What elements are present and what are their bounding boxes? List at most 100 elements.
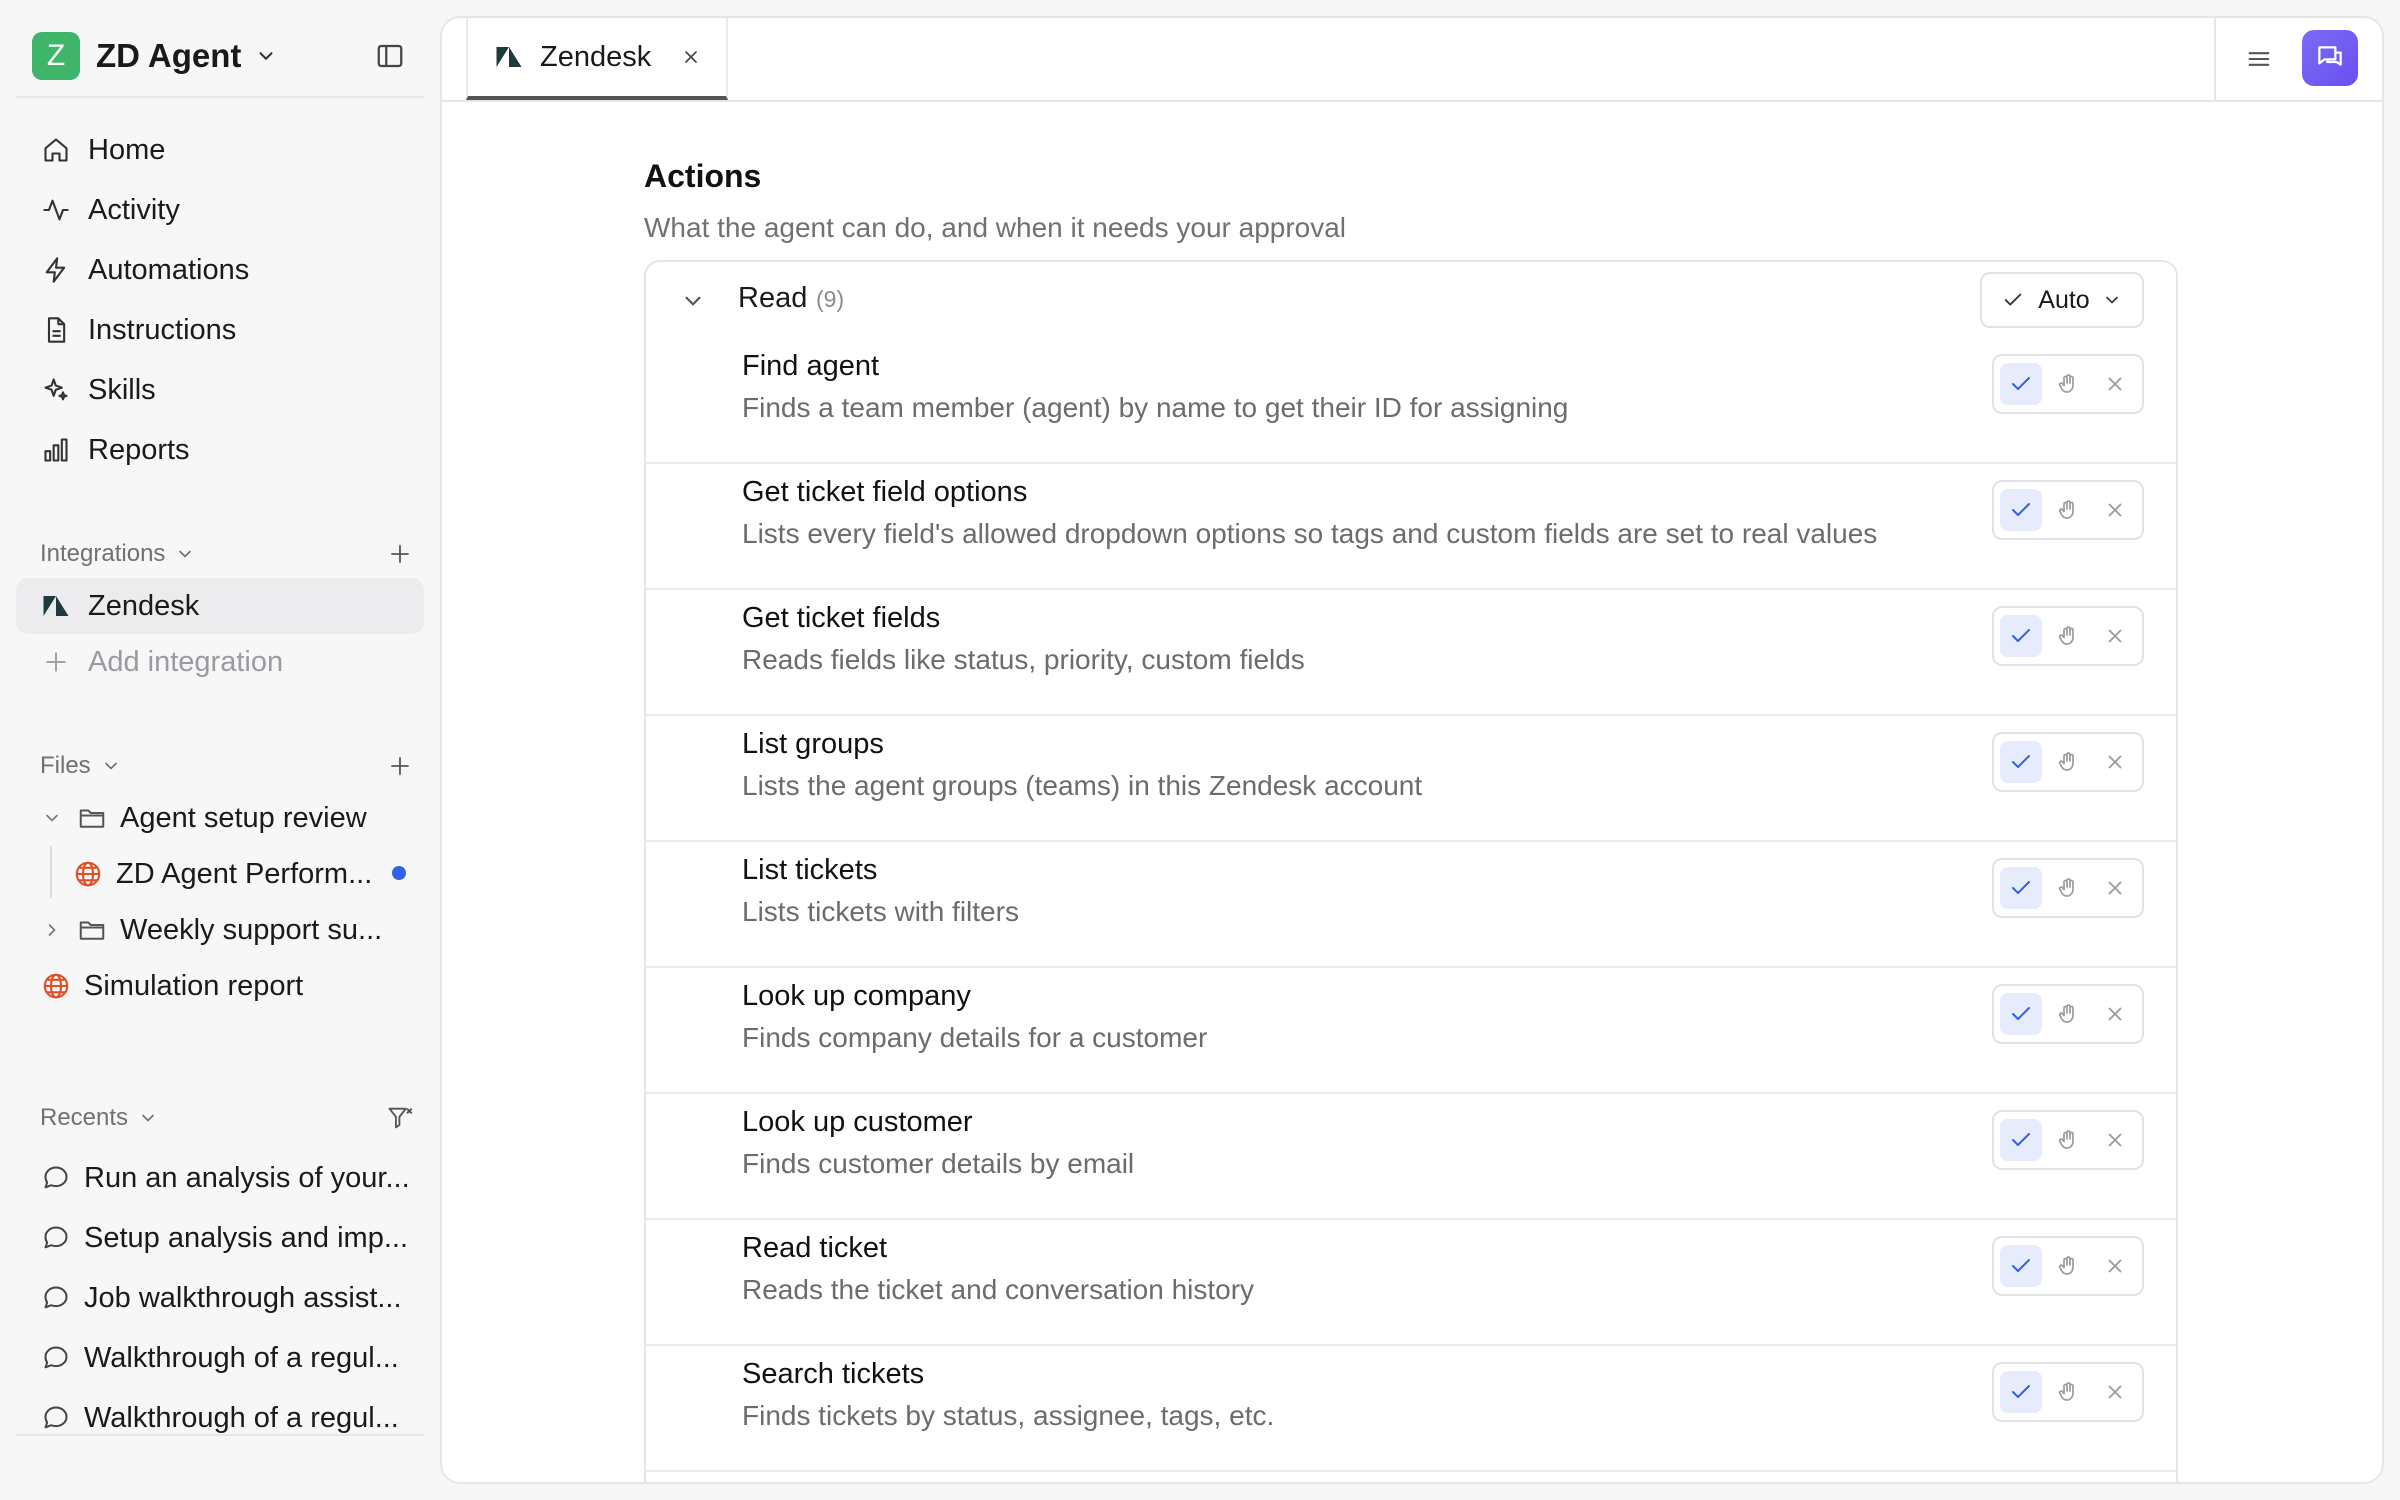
chat-icon — [2314, 42, 2346, 74]
deny-button[interactable] — [2094, 489, 2136, 531]
deny-button[interactable] — [2094, 993, 2136, 1035]
deny-button[interactable] — [2094, 741, 2136, 783]
sidebar-divider — [16, 96, 424, 98]
integrations-title: Integrations — [40, 540, 166, 567]
action-row: Find agent Finds a team member (agent) b… — [646, 338, 2176, 464]
hand-icon — [2056, 876, 2080, 900]
recent-item[interactable]: Run an analysis of your... — [40, 1152, 420, 1204]
sidebar-toggle-icon[interactable] — [372, 38, 408, 74]
action-name: Search tickets — [742, 1358, 925, 1390]
action-row: Search tickets Finds tickets by status, … — [646, 1346, 2176, 1472]
deny-button[interactable] — [2094, 1119, 2136, 1161]
ask-approval-button[interactable] — [2047, 741, 2089, 783]
tab-zendesk[interactable]: Zendesk — [466, 18, 728, 100]
permission-toggle — [1992, 480, 2144, 540]
group-mode-select[interactable]: Auto — [1980, 272, 2144, 328]
nav-item-reports[interactable]: Reports — [16, 420, 424, 480]
deny-button[interactable] — [2094, 363, 2136, 405]
allow-button[interactable] — [2000, 1371, 2043, 1413]
chat-bubble-icon — [40, 1402, 72, 1434]
main-panel: Zendesk Actions What the agent can do, a… — [440, 16, 2384, 1484]
recents-header[interactable]: Recents — [40, 1098, 416, 1138]
recent-item[interactable]: Walkthrough of a regul... — [40, 1332, 420, 1384]
allow-button[interactable] — [2000, 741, 2043, 783]
recent-label: Walkthrough of a regul... — [84, 1401, 399, 1434]
action-name: Look up company — [742, 980, 971, 1012]
add-integration-label: Add integration — [88, 645, 284, 678]
recent-item[interactable]: Job walkthrough assist... — [40, 1272, 420, 1324]
document-icon — [40, 314, 72, 346]
recent-label: Run an analysis of your... — [84, 1161, 410, 1194]
nav-item-activity[interactable]: Activity — [16, 180, 424, 240]
deny-button[interactable] — [2094, 615, 2136, 657]
sidebar: Z ZD Agent Home Activity Automations Ins… — [0, 0, 440, 1500]
files-header[interactable]: Files — [40, 746, 416, 786]
filter-icon[interactable] — [384, 1102, 416, 1134]
deny-button[interactable] — [2094, 1245, 2136, 1287]
file-item-simulation-report[interactable]: Simulation report — [40, 960, 303, 1012]
ask-approval-button[interactable] — [2047, 363, 2089, 405]
chevron-right-icon[interactable] — [40, 918, 64, 942]
deny-button[interactable] — [2094, 1371, 2136, 1413]
ask-approval-button[interactable] — [2047, 489, 2089, 531]
close-icon[interactable] — [679, 45, 703, 69]
action-row: List tickets Lists tickets with filters — [646, 842, 2176, 968]
file-tree-item-agent-setup-review[interactable]: Agent setup review — [40, 792, 367, 844]
action-description: Lists the agent groups (teams) in this Z… — [742, 770, 1423, 801]
section-title: Actions — [644, 158, 762, 194]
action-name: List tickets — [742, 854, 878, 886]
chat-bubble-icon — [40, 1342, 72, 1374]
ask-approval-button[interactable] — [2047, 867, 2089, 909]
recent-item[interactable]: Walkthrough of a regul... — [40, 1392, 420, 1444]
nav-item-automations[interactable]: Automations — [16, 240, 424, 300]
allow-button[interactable] — [2000, 489, 2043, 531]
folder-icon — [76, 802, 108, 834]
plus-icon — [40, 646, 72, 678]
close-icon — [2104, 1003, 2126, 1025]
permission-toggle — [1992, 732, 2144, 792]
chevron-down-icon[interactable] — [678, 286, 708, 316]
integrations-header[interactable]: Integrations — [40, 534, 416, 574]
allow-button[interactable] — [2000, 993, 2043, 1035]
ask-approval-button[interactable] — [2047, 615, 2089, 657]
file-tree-item-weekly-support[interactable]: Weekly support su... — [40, 904, 382, 956]
file-tree-item-zd-agent-performance[interactable]: ZD Agent Perform... — [72, 848, 372, 900]
allow-button[interactable] — [2000, 363, 2043, 405]
action-name: Read ticket — [742, 1232, 888, 1264]
globe-icon — [40, 970, 72, 1002]
action-row: List groups Lists the agent groups (team… — [646, 716, 2176, 842]
workspace-switcher[interactable]: Z ZD Agent — [32, 32, 277, 80]
action-description: Reads fields like status, priority, cust… — [742, 644, 1305, 675]
ask-approval-button[interactable] — [2047, 1245, 2089, 1287]
nav-item-skills[interactable]: Skills — [16, 360, 424, 420]
add-integration-button[interactable]: Add integration — [16, 634, 424, 690]
main-nav: Home Activity Automations Instructions S… — [16, 120, 424, 480]
nav-item-home[interactable]: Home — [16, 120, 424, 180]
hand-icon — [2056, 1380, 2080, 1404]
file-label: ZD Agent Perform... — [116, 857, 373, 890]
menu-icon[interactable] — [2240, 40, 2278, 78]
tabbar-divider — [2214, 18, 2216, 100]
home-icon — [40, 134, 72, 166]
add-file-icon[interactable] — [384, 750, 416, 782]
group-header[interactable]: Read (9) Auto — [646, 262, 2176, 338]
deny-button[interactable] — [2094, 867, 2136, 909]
ask-approval-button[interactable] — [2047, 1119, 2089, 1161]
ask-approval-button[interactable] — [2047, 993, 2089, 1035]
file-label: Simulation report — [84, 969, 304, 1002]
sidebar-item-zendesk[interactable]: Zendesk — [16, 578, 424, 634]
action-description: Finds company details for a customer — [742, 1022, 1208, 1053]
add-integration-icon[interactable] — [384, 538, 416, 570]
nav-item-instructions[interactable]: Instructions — [16, 300, 424, 360]
allow-button[interactable] — [2000, 615, 2043, 657]
allow-button[interactable] — [2000, 1245, 2043, 1287]
ask-approval-button[interactable] — [2047, 1371, 2089, 1413]
group-count: (9) — [816, 286, 845, 312]
recent-item[interactable]: Setup analysis and imp... — [40, 1212, 420, 1264]
chat-button[interactable] — [2302, 30, 2358, 86]
chevron-down-icon — [175, 544, 195, 564]
allow-button[interactable] — [2000, 1119, 2043, 1161]
action-row: Get ticket field options Lists every fie… — [646, 464, 2176, 590]
allow-button[interactable] — [2000, 867, 2043, 909]
chevron-down-icon[interactable] — [40, 806, 64, 830]
